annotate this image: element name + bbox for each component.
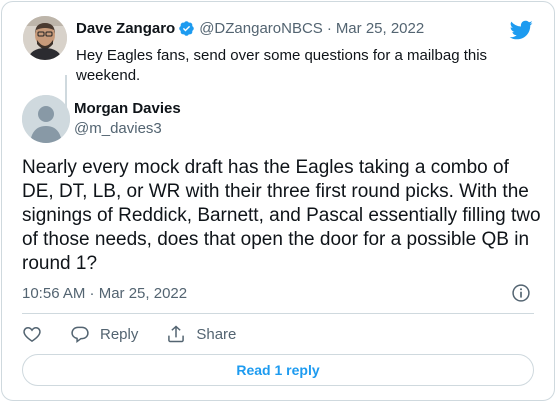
tweet-timestamp[interactable]: 10:56 AM · Mar 25, 2022 bbox=[22, 285, 187, 302]
read-replies-button[interactable]: Read 1 reply bbox=[22, 354, 534, 386]
separator-dot: · bbox=[326, 20, 332, 37]
default-avatar-icon bbox=[22, 95, 70, 143]
parent-date[interactable]: Mar 25, 2022 bbox=[336, 20, 424, 37]
avatar-image bbox=[23, 16, 67, 60]
reply-button[interactable]: Reply bbox=[70, 324, 138, 344]
tweet-card: Dave Zangaro @DZangaroNBCS · Mar 25, 202… bbox=[1, 1, 555, 401]
share-button[interactable]: Share bbox=[166, 324, 236, 344]
main-tweet-text: Nearly every mock draft has the Eagles t… bbox=[22, 157, 541, 274]
main-author-name[interactable]: Morgan Davies bbox=[74, 100, 181, 117]
parent-tweet-text: Hey Eagles fans, send over some question… bbox=[76, 47, 488, 84]
reply-icon bbox=[71, 326, 89, 343]
thread-connector-line bbox=[65, 75, 67, 107]
main-handle[interactable]: @m_davies3 bbox=[74, 120, 162, 137]
heart-icon bbox=[23, 326, 41, 342]
like-button[interactable] bbox=[22, 324, 42, 344]
share-icon bbox=[168, 325, 185, 343]
share-label: Share bbox=[196, 325, 237, 343]
avatar-dave-zangaro[interactable] bbox=[23, 16, 67, 60]
twitter-bird-icon[interactable] bbox=[509, 18, 533, 42]
info-icon[interactable] bbox=[511, 283, 531, 303]
verified-badge-icon bbox=[179, 21, 194, 36]
reply-label: Reply bbox=[100, 325, 139, 343]
parent-tweet-header: Dave Zangaro @DZangaroNBCS · Mar 25, 202… bbox=[76, 20, 424, 37]
parent-author-name[interactable]: Dave Zangaro bbox=[76, 20, 175, 37]
parent-handle[interactable]: @DZangaroNBCS bbox=[199, 20, 323, 37]
avatar-morgan-davies[interactable] bbox=[22, 95, 70, 143]
divider bbox=[22, 313, 534, 314]
action-bar: Reply Share bbox=[22, 322, 264, 346]
